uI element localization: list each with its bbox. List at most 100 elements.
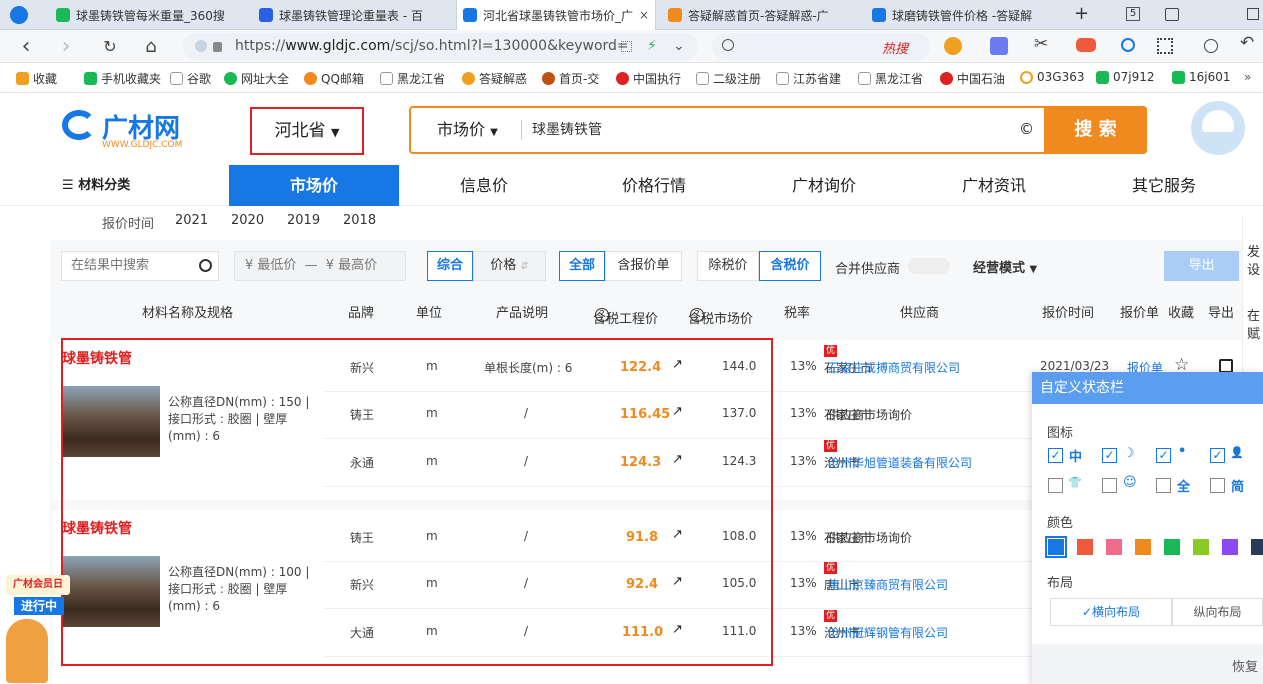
back-button[interactable]: ‹ <box>16 36 36 58</box>
color-swatch[interactable] <box>1106 539 1122 555</box>
search-input[interactable]: 球墨铸铁管 <box>521 120 602 140</box>
color-swatch[interactable] <box>1077 539 1093 555</box>
menu-item-info-price[interactable]: 信息价 <box>424 165 544 206</box>
bookmarks-more-button[interactable]: » <box>1244 70 1251 84</box>
color-swatch[interactable] <box>1135 539 1151 555</box>
member-day-badge[interactable]: 广材会员日 进行中 <box>6 575 70 684</box>
qr-icon[interactable] <box>621 41 632 52</box>
icon-option[interactable]: 中 <box>1069 446 1082 465</box>
menu-item-other-services[interactable]: 其它服务 <box>1104 165 1224 206</box>
supplier-link[interactable]: 沧州华旭管道装备有限公司 <box>828 454 972 471</box>
region-selector[interactable]: 河北省 ▼ <box>250 107 364 155</box>
icon-option[interactable]: ☽ <box>1123 446 1135 461</box>
coin-icon[interactable] <box>944 37 962 55</box>
min-price-input[interactable]: ¥ 最低价 <box>245 258 296 273</box>
browser-search-box[interactable]: 热搜 <box>712 33 930 60</box>
skin-icon[interactable] <box>1165 8 1179 21</box>
sidebar-char[interactable]: 赋 <box>1247 323 1260 342</box>
year-option[interactable]: 2018 <box>343 213 376 228</box>
export-button[interactable]: 导出 <box>1164 251 1239 281</box>
tax-inclusive-tab[interactable]: 含税价 <box>759 251 821 281</box>
reload-button[interactable]: ↻ <box>100 37 120 57</box>
bookmark-item[interactable]: 手机收藏夹 <box>84 70 161 87</box>
bookmark-item[interactable]: QQ邮箱 <box>304 70 364 87</box>
icon-checkbox[interactable] <box>1102 478 1117 493</box>
new-tab-button[interactable]: + <box>1074 3 1089 24</box>
color-swatch[interactable] <box>1193 539 1209 555</box>
color-swatch[interactable] <box>1251 539 1263 555</box>
restore-button[interactable]: 恢复 <box>1232 656 1258 675</box>
icon-checkbox[interactable] <box>1210 478 1225 493</box>
business-mode-dropdown[interactable]: 经营模式 ▼ <box>973 257 1037 276</box>
bookmark-item[interactable]: 黑龙江省 <box>858 70 927 87</box>
bookmark-item[interactable]: 答疑解惑 <box>462 70 529 87</box>
layout-horizontal-button[interactable]: ✓横向布局 <box>1050 598 1172 626</box>
supplier-link[interactable]: 沧州冠辉钢管有限公司 <box>828 624 948 641</box>
supplier-link[interactable]: 供应商市场询价 <box>828 529 912 546</box>
trend-icon[interactable]: ↗ <box>672 452 683 467</box>
tax-exclusive-tab[interactable]: 除税价 <box>697 251 759 281</box>
merge-supplier-toggle[interactable] <box>908 258 950 274</box>
color-swatch[interactable] <box>1164 539 1180 555</box>
browser-tab[interactable]: 球磨铸铁管件价格 -答疑解 <box>866 0 1056 30</box>
sort-price-tab[interactable]: 价格 ⇵ <box>473 251 546 281</box>
trend-icon[interactable]: ↗ <box>672 527 683 542</box>
bookmark-item[interactable]: 网址大全 <box>224 70 289 87</box>
icon-checkbox[interactable] <box>1156 478 1171 493</box>
trend-icon[interactable]: ↗ <box>672 574 683 589</box>
supplier-link[interactable]: 石家庄成搏商贸有限公司 <box>828 359 960 376</box>
browser-tab-active[interactable]: 河北省球墨铸铁管市场价_广 × <box>456 0 656 30</box>
sidebar-char[interactable]: 发 <box>1247 241 1260 260</box>
sidebar-char[interactable]: 在 <box>1247 305 1260 324</box>
bookmark-item[interactable]: 首页-交 <box>542 70 599 87</box>
clear-icon[interactable]: © <box>1019 120 1034 138</box>
undo-icon[interactable]: ↶ <box>1240 33 1254 53</box>
icon-checkbox[interactable]: ✓ <box>1210 448 1225 463</box>
trend-icon[interactable]: ↗ <box>672 404 683 419</box>
icon-option[interactable]: 👤 <box>1230 446 1244 459</box>
icon-option[interactable]: 全 <box>1177 476 1190 495</box>
year-option[interactable]: 2019 <box>287 213 320 228</box>
search-tool-icon[interactable] <box>1121 38 1135 52</box>
chevron-down-icon[interactable]: ⌄ <box>673 33 685 60</box>
browser-logo-icon[interactable] <box>10 6 28 24</box>
menu-item-news[interactable]: 广材资讯 <box>934 165 1054 206</box>
scope-all-tab[interactable]: 全部 <box>559 251 605 281</box>
price-range-field[interactable]: ¥ 最低价 — ¥ 最高价 <box>234 251 406 281</box>
search-category-select[interactable]: 市场价 ▼ <box>437 108 498 155</box>
bookmark-item[interactable]: 黑龙江省 <box>380 70 449 87</box>
menu-item-inquiry[interactable]: 广材询价 <box>764 165 884 206</box>
year-option[interactable]: 2021 <box>175 213 208 228</box>
address-bar[interactable]: https://www.gldjc.com/scj/so.html?l=1300… <box>183 33 698 60</box>
supplier-link[interactable]: 唐山京臻商贸有限公司 <box>828 576 948 593</box>
main-search-box[interactable]: 市场价 ▼ 球墨铸铁管 © 搜 索 <box>409 106 1147 154</box>
bookmark-item[interactable]: 谷歌 <box>170 70 211 87</box>
scope-quote-tab[interactable]: 含报价单 <box>605 251 682 281</box>
tab-close-icon[interactable]: × <box>639 8 649 22</box>
bookmark-item[interactable]: 江苏省建 <box>776 70 841 87</box>
material-category-menu[interactable]: ☰ 材料分类 <box>62 165 162 206</box>
lightning-icon[interactable]: ⚡ <box>647 33 657 60</box>
bookmark-item[interactable]: 中国石油 <box>940 70 1005 87</box>
window-restore-icon[interactable] <box>1247 8 1259 20</box>
trend-icon[interactable]: ↗ <box>672 357 683 372</box>
tab-count-badge[interactable]: 5 <box>1126 7 1140 21</box>
icon-checkbox[interactable]: ✓ <box>1102 448 1117 463</box>
browser-tab[interactable]: 球墨铸铁管理论重量表 - 百 <box>253 0 453 30</box>
export-checkbox[interactable] <box>1219 359 1233 373</box>
scissors-icon[interactable]: ✂ <box>1034 34 1048 54</box>
product-image[interactable] <box>62 556 160 627</box>
help-icon[interactable]: ? <box>595 308 609 322</box>
icon-option[interactable]: 👕 <box>1068 476 1082 489</box>
brightness-icon[interactable] <box>1204 39 1218 53</box>
help-icon[interactable]: ? <box>690 308 704 322</box>
sort-comprehensive-tab[interactable]: 综合 <box>427 251 473 281</box>
forward-button[interactable]: › <box>56 36 76 58</box>
product-image[interactable] <box>62 386 160 457</box>
bookmark-item[interactable]: 中国执行 <box>616 70 681 87</box>
max-price-input[interactable]: ¥ 最高价 <box>326 258 377 273</box>
icon-checkbox[interactable]: ✓ <box>1156 448 1171 463</box>
color-swatch[interactable] <box>1045 536 1067 558</box>
translate-icon[interactable] <box>990 37 1008 55</box>
apps-icon[interactable] <box>1157 38 1173 54</box>
